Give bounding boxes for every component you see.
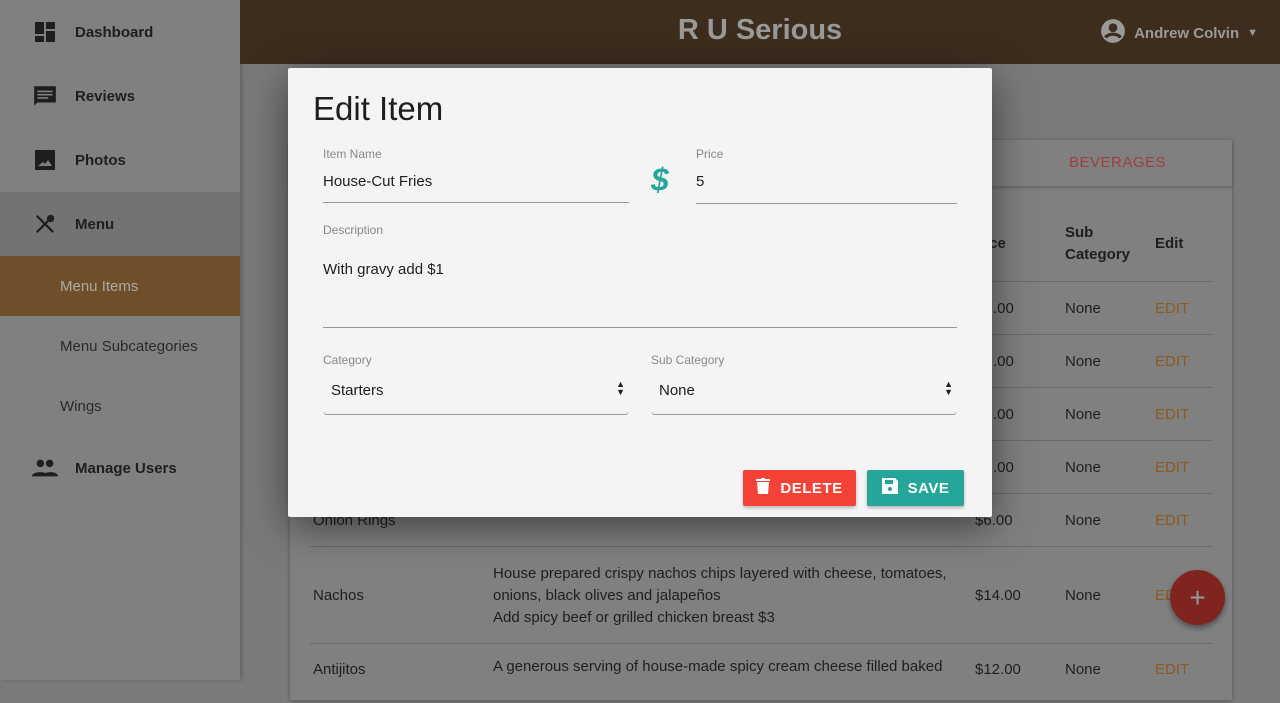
item-description: onions, black olives and jalapeños [493, 587, 721, 604]
trash-icon [756, 478, 771, 498]
item-price: .00 [993, 459, 1014, 476]
app-header: R U Serious Andrew Colvin ▼ [240, 0, 1280, 64]
edit-link[interactable]: EDIT [1155, 659, 1189, 681]
select-arrows-icon: ▲ ▼ [616, 379, 625, 397]
utensils-icon [32, 211, 58, 237]
col-subcategory-header: Sub Category [1065, 224, 1131, 263]
sidebar-item-menu[interactable]: Menu [0, 192, 240, 256]
sidebar-item-menu-subcategories[interactable]: Menu Subcategories [0, 316, 240, 376]
price-field[interactable]: 5 [696, 173, 704, 190]
item-price: $12.00 [975, 661, 1021, 678]
sidebar-item-menu-items[interactable]: Menu Items [0, 256, 240, 316]
description-label: Description [323, 223, 384, 237]
item-description: House prepared crispy nachos chips layer… [493, 565, 947, 582]
sidebar-item-reviews[interactable]: Reviews [0, 64, 240, 128]
save-icon [881, 478, 898, 498]
item-name-field[interactable]: House-Cut Fries [323, 173, 432, 190]
dashboard-icon [32, 19, 58, 45]
item-subcategory: None [1065, 353, 1101, 370]
tab-beverages[interactable]: BEVERAGES [1069, 154, 1166, 171]
item-name: Nachos [313, 587, 364, 604]
item-price: .00 [993, 353, 1014, 370]
save-button[interactable]: SAVE [867, 470, 964, 506]
edit-link[interactable]: EDIT [1155, 510, 1189, 532]
edit-link[interactable]: EDIT [1155, 457, 1189, 479]
edit-link[interactable]: EDIT [1155, 298, 1189, 320]
item-subcategory: None [1065, 661, 1101, 678]
table-row: Antijitos A generous serving of house-mad… [310, 643, 1212, 703]
table-row: Nachos House prepared crispy nachos chips… [310, 546, 1212, 643]
subcategory-label: Sub Category [651, 353, 725, 367]
dialog-title: Edit Item [313, 90, 444, 127]
sidebar-item-dashboard[interactable]: Dashboard [0, 0, 240, 64]
item-subcategory: None [1065, 406, 1101, 423]
item-description: Add spicy beef or grilled chicken breast… [493, 609, 775, 626]
price-label: Price [696, 147, 724, 161]
item-price: .00 [993, 300, 1014, 317]
reviews-icon [32, 83, 58, 109]
category-select[interactable]: Starters ▲ ▼ [323, 367, 629, 415]
account-icon [1100, 18, 1126, 48]
description-field[interactable]: With gravy add $1 [323, 261, 444, 278]
item-subcategory: None [1065, 587, 1101, 604]
chevron-down-icon: ▼ [1247, 27, 1258, 39]
category-label: Category [323, 353, 372, 367]
edit-link[interactable]: EDIT [1155, 404, 1189, 426]
sidebar: Dashboard Reviews Photos Menu Menu Items… [0, 0, 240, 680]
add-item-button[interactable]: + [1170, 570, 1225, 625]
item-description: A generous serving of house-made spicy c… [493, 658, 943, 675]
sidebar-item-manage-users[interactable]: Manage Users [0, 436, 240, 500]
edit-item-dialog: Edit Item Item Name House-Cut Fries $ Pr… [288, 68, 992, 517]
col-edit-header: Edit [1155, 235, 1184, 252]
sidebar-item-photos[interactable]: Photos [0, 128, 240, 192]
users-icon [32, 455, 58, 481]
item-subcategory: None [1065, 459, 1101, 476]
sidebar-item-wings[interactable]: Wings [0, 376, 240, 436]
subcategory-select[interactable]: None ▲ ▼ [651, 367, 957, 415]
user-menu[interactable]: Andrew Colvin ▼ [1100, 18, 1258, 48]
user-name: Andrew Colvin [1134, 24, 1240, 42]
item-subcategory: None [1065, 300, 1101, 317]
edit-link[interactable]: EDIT [1155, 351, 1189, 373]
item-price: $14.00 [975, 587, 1021, 604]
photo-icon [32, 147, 58, 173]
item-name-label: Item Name [323, 147, 382, 161]
delete-button[interactable]: DELETE [743, 470, 856, 506]
item-subcategory: None [1065, 512, 1101, 529]
select-arrows-icon: ▲ ▼ [944, 379, 953, 397]
item-name: Antijitos [313, 661, 366, 678]
item-price: .00 [993, 406, 1014, 423]
dollar-icon: $ [651, 162, 669, 198]
